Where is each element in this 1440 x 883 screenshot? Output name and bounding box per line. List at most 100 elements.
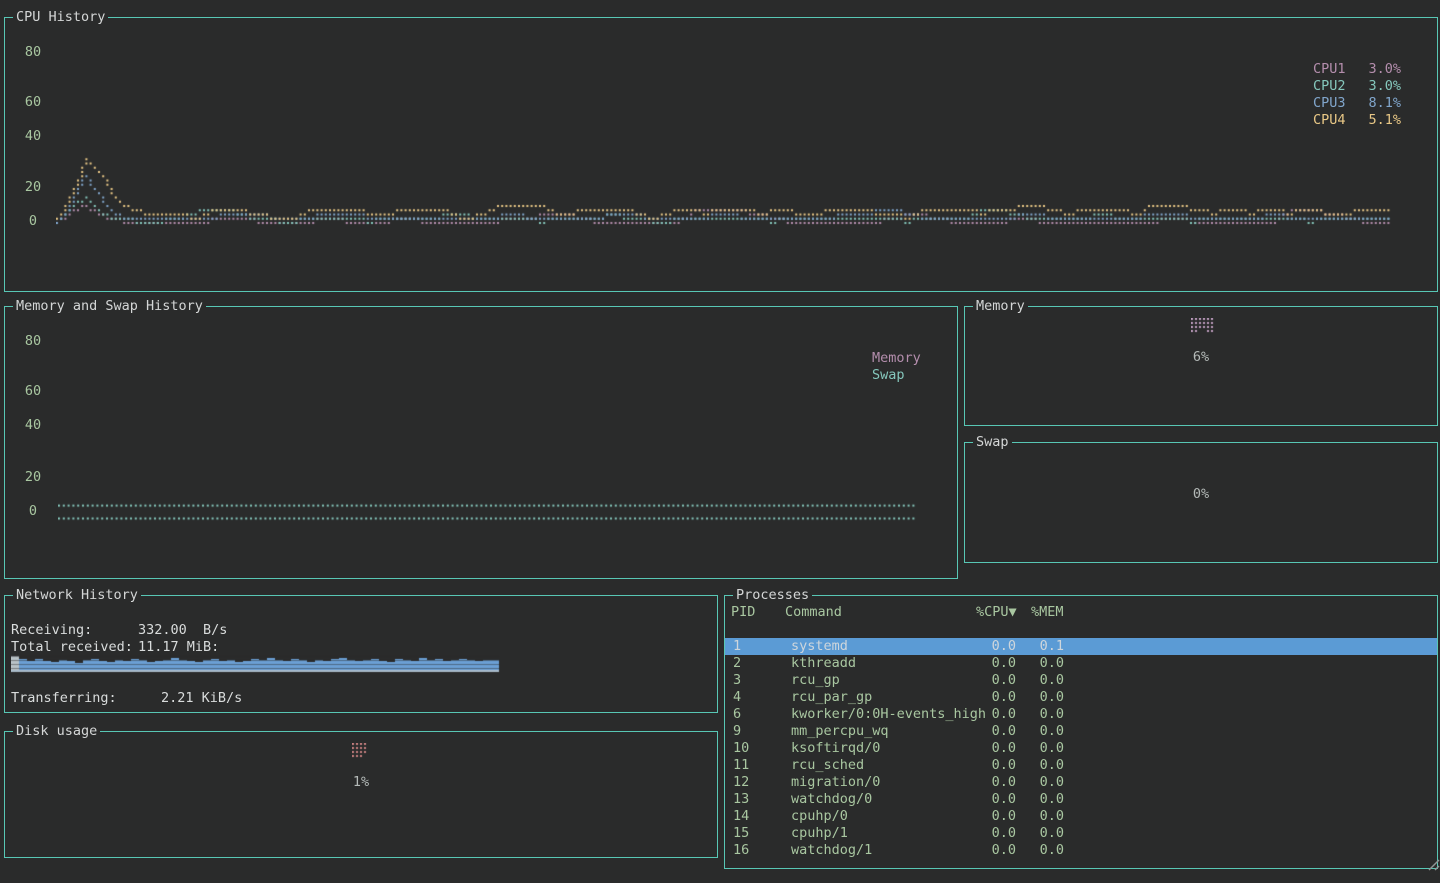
process-mem: 0.1: [1024, 638, 1064, 655]
process-row[interactable]: 14 cpuhp/0 0.0 0.0: [725, 808, 1437, 825]
process-row[interactable]: 16watchdog/10.00.0: [725, 842, 1437, 859]
column-header-mem[interactable]: %MEM: [1031, 604, 1064, 621]
disk-usage-panel: Disk usage 1%: [4, 731, 718, 858]
cpu-ytick-40: 40: [24, 128, 42, 145]
disk-gauge-dots: [352, 743, 368, 759]
process-cpu: 0.0: [976, 672, 1016, 689]
column-header-cpu-sort[interactable]: %CPU▼: [976, 604, 1017, 621]
process-command: watchdog/0: [791, 791, 872, 808]
swap-percent: 0%: [965, 486, 1437, 503]
process-mem: 0.0: [1024, 774, 1064, 791]
process-row[interactable]: 12migration/00.00.0: [725, 774, 1437, 791]
process-cpu: 0.0: [976, 689, 1016, 706]
process-mem: 0.0: [1024, 791, 1064, 808]
memswap-ytick-20: 20: [24, 469, 42, 486]
receiving-label: Receiving:: [11, 622, 92, 639]
mem-swap-legend-item: Swap: [872, 367, 905, 384]
process-pid: 9: [733, 723, 741, 740]
network-history-title: Network History: [13, 587, 141, 604]
process-pid: 11: [733, 757, 749, 774]
resize-handle-icon[interactable]: [1428, 859, 1440, 871]
process-pid: 12: [733, 774, 749, 791]
receiving-value: 332.00 B/s: [138, 622, 227, 639]
process-cpu: 0.0: [976, 723, 1016, 740]
memswap-ytick-0: 0: [24, 503, 42, 520]
network-history-panel: Network History Receiving: 332.00 B/s To…: [4, 595, 718, 713]
mem-swap-chart: [58, 497, 918, 523]
process-pid: 15: [733, 825, 749, 842]
network-chart: [11, 653, 711, 673]
transferring-value: 2.21 KiB/s: [161, 690, 242, 707]
process-command: ksoftirqd/0: [791, 740, 880, 757]
process-row[interactable]: 15 cpuhp/1 0.0 0.0: [725, 825, 1437, 842]
column-header-command[interactable]: Command: [785, 604, 842, 621]
process-mem: 0.0: [1024, 842, 1064, 859]
process-mem: 0.0: [1024, 706, 1064, 723]
transferring-label: Transferring:: [11, 690, 117, 707]
process-cpu: 0.0: [976, 825, 1016, 842]
cpu-history-title: CPU History: [13, 9, 108, 26]
process-cpu: 0.0: [976, 757, 1016, 774]
cpu-legend-value: 3.0%: [1368, 78, 1401, 95]
mem-swap-legend-item: Memory: [872, 350, 921, 367]
swap-title: Swap: [973, 434, 1012, 451]
mem-swap-history-title: Memory and Swap History: [13, 298, 206, 315]
process-cpu: 0.0: [976, 808, 1016, 825]
process-cpu: 0.0: [976, 638, 1016, 655]
process-row[interactable]: 13 watchdog/0 0.0 0.0: [725, 791, 1437, 808]
disk-usage-title: Disk usage: [13, 723, 100, 740]
cpu-ytick-60: 60: [24, 94, 42, 111]
process-cpu: 0.0: [976, 655, 1016, 672]
process-row[interactable]: 4 rcu_par_gp 0.0 0.0: [725, 689, 1437, 706]
process-mem: 0.0: [1024, 689, 1064, 706]
process-command: cpuhp/0: [791, 808, 848, 825]
process-row[interactable]: 9mm_percpu_wq0.00.0: [725, 723, 1437, 740]
cpu-legend-name: CPU3: [1313, 95, 1346, 112]
memory-panel: Memory 6%: [964, 306, 1438, 426]
memswap-ytick-40: 40: [24, 417, 42, 434]
process-row[interactable]: 6kworker/0:0H-events_high0.00.0: [725, 706, 1437, 723]
process-row[interactable]: 3rcu_gp0.00.0: [725, 672, 1437, 689]
cpu-legend-value: 5.1%: [1368, 112, 1401, 129]
process-command: cpuhp/1: [791, 825, 848, 842]
process-mem: 0.0: [1024, 825, 1064, 842]
process-command: mm_percpu_wq: [791, 723, 889, 740]
process-pid: 4: [733, 689, 741, 706]
process-command: systemd: [791, 638, 848, 655]
process-command: kthreadd: [791, 655, 856, 672]
process-cpu: 0.0: [976, 774, 1016, 791]
mem-swap-history-panel: Memory and Swap History 80 60 40 20 0 Me…: [4, 306, 958, 579]
cpu-legend-item: CPU13.0%: [1313, 61, 1401, 78]
process-cpu: 0.0: [976, 791, 1016, 808]
system-monitor-screen: CPU History 80 60 40 20 0 CPU13.0%CPU2 3.…: [0, 0, 1440, 883]
processes-panel: Processes PID Command %CPU▼ %MEM 1system…: [724, 595, 1438, 869]
cpu-history-chart: [56, 36, 1392, 228]
cpu-history-panel: CPU History 80 60 40 20 0 CPU13.0%CPU23.…: [4, 17, 1438, 292]
process-pid: 14: [733, 808, 749, 825]
process-command: watchdog/1: [791, 842, 872, 859]
cpu-ytick-20: 20: [24, 179, 42, 196]
column-header-pid[interactable]: PID: [731, 604, 755, 621]
process-pid: 2: [733, 655, 741, 672]
process-command: rcu_sched: [791, 757, 864, 774]
cpu-legend-name: CPU2: [1313, 78, 1346, 95]
cpu-legend-item: CPU2 3.0%: [1313, 78, 1401, 95]
process-row[interactable]: 2kthreadd0.00.0: [725, 655, 1437, 672]
process-cpu: 0.0: [976, 842, 1016, 859]
process-pid: 10: [733, 740, 749, 757]
cpu-legend-item: CPU45.1%: [1313, 112, 1401, 129]
cpu-legend-item: CPU38.1%: [1313, 95, 1401, 112]
process-row[interactable]: 10ksoftirqd/00.00.0: [725, 740, 1437, 757]
process-command: rcu_par_gp: [791, 689, 872, 706]
memory-gauge-dots: [1191, 318, 1215, 334]
process-mem: 0.0: [1024, 808, 1064, 825]
swap-panel: Swap 0%: [964, 442, 1438, 563]
process-command: kworker/0:0H-events_high: [791, 706, 986, 723]
process-mem: 0.0: [1024, 672, 1064, 689]
process-pid: 13: [733, 791, 749, 808]
cpu-legend-value: 3.0%: [1368, 61, 1401, 78]
memory-percent: 6%: [965, 349, 1437, 366]
process-row[interactable]: 1systemd0.00.1: [725, 638, 1437, 655]
cpu-ytick-80: 80: [24, 44, 42, 61]
process-row[interactable]: 11rcu_sched0.00.0: [725, 757, 1437, 774]
